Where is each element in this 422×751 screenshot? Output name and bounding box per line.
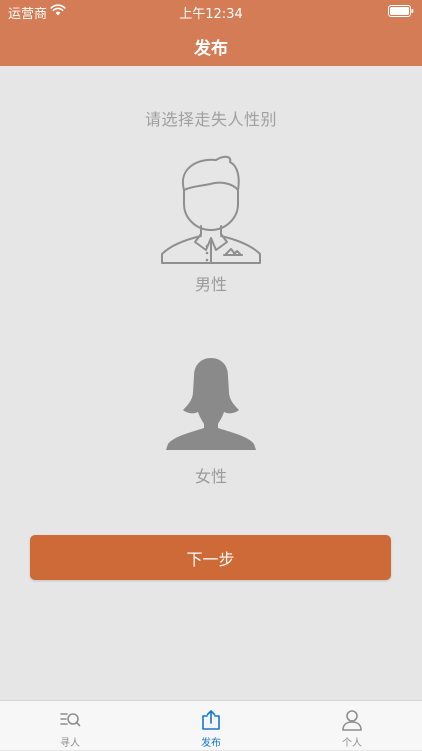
navigation-header: 运营商 上午12:34 发布 <box>0 0 422 66</box>
tab-search[interactable]: 寻人 <box>0 701 140 751</box>
female-label: 女性 <box>194 467 227 486</box>
gender-prompt: 请选择走失人性别 <box>144 110 277 129</box>
tab-publish[interactable]: 发布 <box>141 701 281 751</box>
bottom-tab-bar: 寻人 发布 个人 <box>0 700 422 750</box>
female-option[interactable]: 女性 <box>0 354 422 486</box>
share-upload-icon <box>202 710 220 730</box>
search-list-icon <box>60 713 81 727</box>
tab-profile-label: 个人 <box>342 738 362 749</box>
person-icon <box>342 710 362 731</box>
battery-icon <box>388 5 414 17</box>
tab-profile[interactable]: 个人 <box>282 701 422 751</box>
female-avatar-icon <box>166 358 256 450</box>
male-label: 男性 <box>194 275 227 294</box>
male-avatar-icon <box>161 155 261 264</box>
male-option[interactable]: 男性 <box>0 154 422 294</box>
page-title: 发布 <box>194 39 228 59</box>
tab-search-label: 寻人 <box>60 738 80 749</box>
next-step-button[interactable]: 下一步 <box>30 535 391 580</box>
tab-publish-label: 发布 <box>201 738 221 749</box>
status-time: 上午12:34 <box>179 7 243 22</box>
gender-selection-panel: 请选择走失人性别 男性 女性 下一步 <box>0 66 422 700</box>
status-bar: 运营商 上午12:34 <box>0 0 422 22</box>
